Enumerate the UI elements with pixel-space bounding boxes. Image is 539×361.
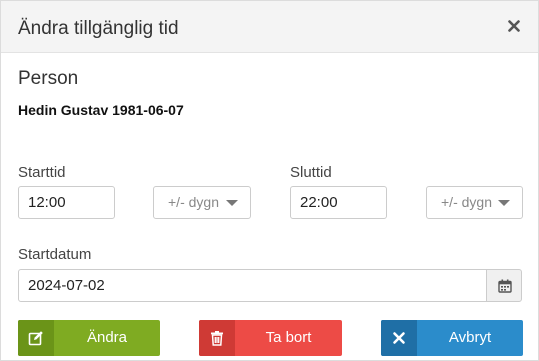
end-time-input[interactable]: 22:00 — [290, 186, 387, 219]
person-name: Hedin Gustav 1981-06-07 — [18, 102, 184, 118]
start-day-offset-value: +/- dygn — [168, 194, 219, 210]
start-time-input[interactable]: 12:00 — [18, 186, 115, 219]
person-section-label: Person — [18, 68, 79, 89]
cancel-button[interactable]: Avbryt — [381, 320, 523, 356]
end-day-offset-select[interactable]: +/- dygn — [426, 186, 523, 219]
edit-icon — [18, 320, 54, 356]
caret-down-icon — [226, 200, 238, 206]
start-day-offset-select[interactable]: +/- dygn — [153, 186, 251, 219]
edit-button-label: Ändra — [86, 329, 128, 346]
start-date-group: 2024-07-02 — [18, 269, 522, 302]
dialog-header: Ändra tillgänglig tid — [1, 1, 538, 53]
cancel-button-label: Avbryt — [448, 329, 492, 346]
calendar-button[interactable] — [486, 269, 522, 302]
edit-available-time-dialog: Ändra tillgänglig tid Person Hedin Gusta… — [0, 0, 539, 361]
trash-icon — [199, 320, 235, 356]
end-time-label: Sluttid — [290, 164, 332, 181]
start-date-input[interactable]: 2024-07-02 — [18, 269, 487, 302]
calendar-icon — [498, 279, 512, 293]
delete-button-label: Ta bort — [265, 329, 312, 346]
delete-button[interactable]: Ta bort — [199, 320, 342, 356]
edit-button[interactable]: Ändra — [18, 320, 160, 356]
end-day-offset-value: +/- dygn — [441, 194, 492, 210]
dialog-title: Ändra tillgänglig tid — [18, 18, 179, 39]
x-icon — [381, 320, 417, 356]
start-date-label: Startdatum — [18, 246, 92, 263]
caret-down-icon — [498, 200, 510, 206]
start-time-label: Starttid — [18, 164, 66, 181]
close-icon[interactable] — [506, 16, 522, 34]
